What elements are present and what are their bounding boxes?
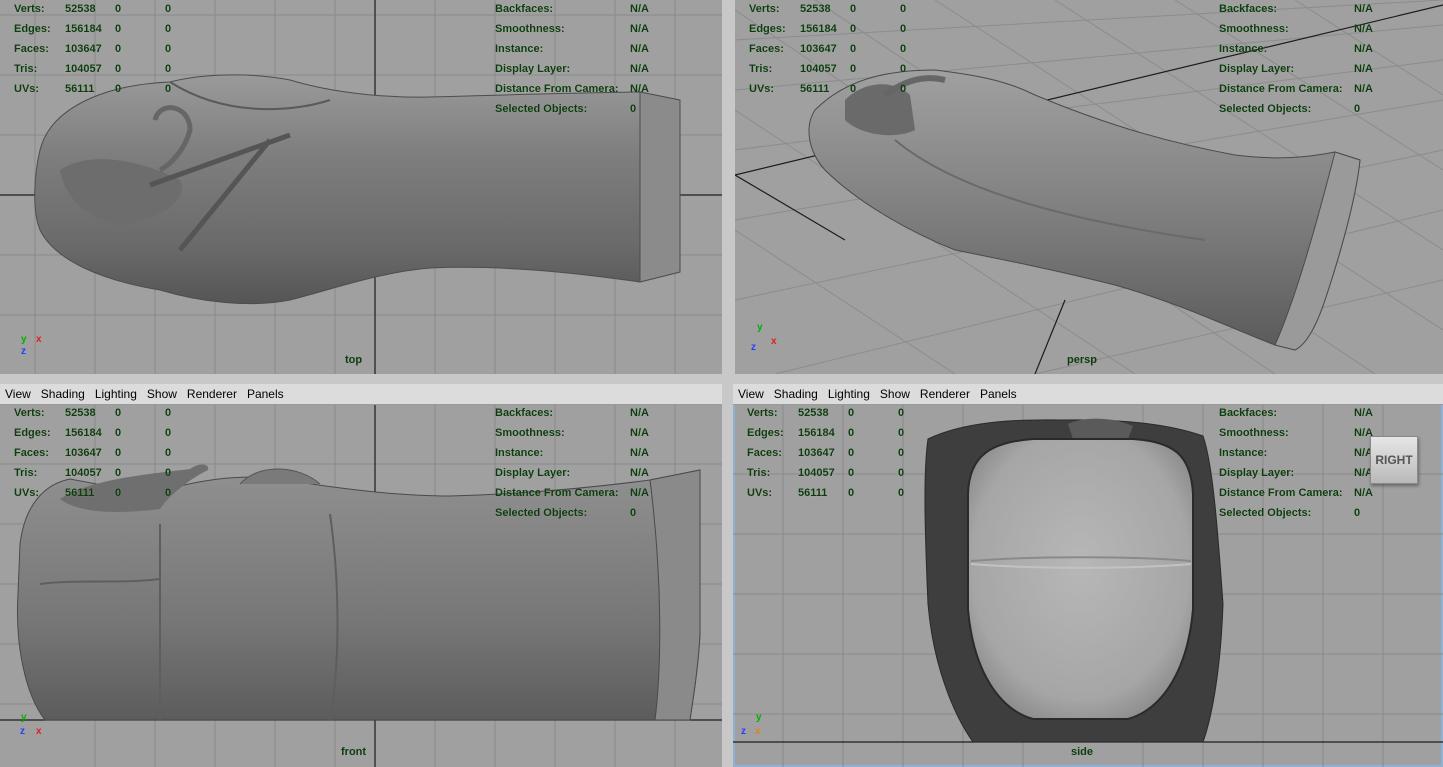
menu-show[interactable]: Show <box>147 387 177 401</box>
axis-gizmo-icon: y x z <box>751 322 777 353</box>
viewport-persp[interactable]: Verts: 52538 0 0 Edges: 156184 0 0 Faces: 10364… <box>735 0 1443 374</box>
menu-panels[interactable]: Panels <box>980 387 1017 401</box>
menu-renderer[interactable]: Renderer <box>187 387 237 401</box>
camera-label-persp: persp <box>1067 354 1097 366</box>
viewport-front[interactable]: View Shading Lighting Show Renderer Pane… <box>0 384 722 767</box>
viewport-side[interactable]: View Shading Lighting Show Renderer Pane… <box>733 384 1443 767</box>
viewcube-right[interactable]: RIGHT <box>1370 436 1418 484</box>
front-scene <box>0 404 722 767</box>
menu-panels[interactable]: Panels <box>247 387 284 401</box>
menu-lighting[interactable]: Lighting <box>95 387 137 401</box>
camera-label-top: top <box>345 354 363 366</box>
side-scene <box>733 404 1443 767</box>
axis-gizmo-icon: y x z <box>21 334 42 357</box>
model-front <box>17 464 701 721</box>
camera-label-side: side <box>1071 746 1094 758</box>
model-side <box>924 418 1224 743</box>
menu-view[interactable]: View <box>738 387 764 401</box>
menu-lighting[interactable]: Lighting <box>828 387 870 401</box>
menu-shading[interactable]: Shading <box>774 387 818 401</box>
menu-shading[interactable]: Shading <box>41 387 85 401</box>
viewport-top[interactable]: Verts: 52538 0 0 Edges: 156184 0 0 Faces: 10364… <box>0 0 722 374</box>
menubar-side: View Shading Lighting Show Renderer Pane… <box>733 384 1443 405</box>
menu-view[interactable]: View <box>5 387 31 401</box>
camera-label-front: front <box>341 746 367 758</box>
top-scene <box>0 0 722 374</box>
menu-renderer[interactable]: Renderer <box>920 387 970 401</box>
axis-gizmo-icon: y z x <box>741 712 762 737</box>
persp-scene <box>735 0 1443 374</box>
menubar-front: View Shading Lighting Show Renderer Pane… <box>0 384 722 405</box>
axis-gizmo-icon: y z x <box>20 712 42 737</box>
menu-show[interactable]: Show <box>880 387 910 401</box>
